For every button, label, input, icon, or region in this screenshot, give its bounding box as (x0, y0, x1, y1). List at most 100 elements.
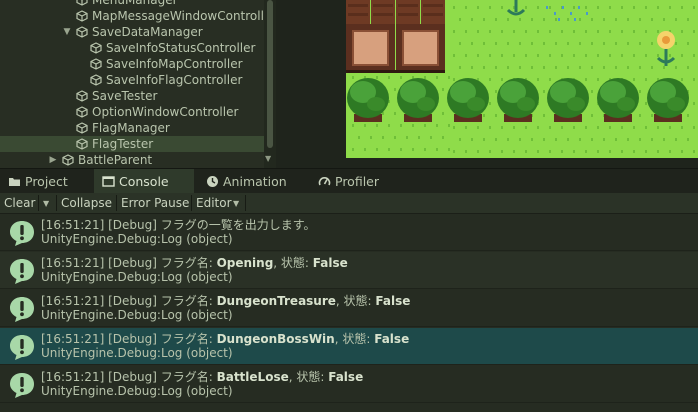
expand-arrow-icon[interactable]: ▼ (62, 24, 72, 40)
hierarchy-item-label: OptionWindowController (92, 105, 239, 119)
tab-animation-label: Animation (223, 174, 287, 189)
clear-button[interactable]: Clear (4, 193, 35, 213)
toolbar-divider (245, 195, 246, 211)
tab-animation[interactable]: Animation (198, 169, 302, 194)
gameobject-cube-icon (62, 154, 74, 166)
log-entry[interactable]: [16:51:21] [Debug] フラグの一覧を出力します。 UnityEng… (0, 214, 698, 251)
log-message-prefix: [16:51:21] [Debug] フラグ名: (41, 332, 217, 346)
toolbar-divider (116, 195, 117, 211)
bottom-tab-bar: Project Console Animation Profiler (0, 168, 698, 194)
info-message-icon (10, 221, 34, 246)
hierarchy-item-label: FlagManager (92, 121, 170, 135)
hierarchy-item-label: MapMessageWindowController (92, 9, 276, 23)
gameobject-cube-icon (76, 0, 88, 6)
hierarchy-item[interactable]: SaveInfoFlagController (0, 72, 264, 88)
log-entry[interactable]: [16:51:21] [Debug] フラグ名: DungeonTreasure… (0, 290, 698, 327)
hierarchy-item-label: FlagTester (92, 137, 154, 151)
editor-dropdown-arrow-icon[interactable]: ▼ (233, 194, 239, 214)
info-message-icon (10, 373, 34, 398)
gameobject-cube-icon (76, 10, 88, 22)
clear-dropdown-arrow-icon[interactable]: ▼ (43, 194, 49, 214)
hierarchy-item-label: BattleParent (78, 153, 153, 167)
game-map-canvas (346, 0, 698, 158)
flag-state-label: , 状態: (273, 256, 313, 270)
gameobject-cube-icon (76, 90, 88, 102)
scrollbar-thumb[interactable] (267, 0, 273, 148)
hierarchy-item[interactable]: SaveTester (0, 88, 264, 104)
flag-name: DungeonBossWin (216, 332, 335, 346)
gameobject-cube-icon (76, 26, 88, 38)
log-message-prefix: [16:51:21] [Debug] フラグ名: (41, 256, 217, 270)
gameobject-cube-icon (90, 74, 102, 86)
info-message-icon (10, 335, 34, 360)
hierarchy-item-label: SaveInfoStatusController (106, 41, 256, 55)
hierarchy-item[interactable]: MapMessageWindowController (0, 8, 276, 24)
log-stack-trace: UnityEngine.Debug:Log (object) (41, 384, 233, 398)
hierarchy-item[interactable]: FlagTester (0, 136, 264, 152)
tab-profiler[interactable]: Profiler (310, 169, 400, 194)
hierarchy-scrollbar[interactable]: ▼ (264, 0, 276, 168)
hierarchy-item-label: SaveInfoFlagController (106, 73, 243, 87)
log-stack-trace: UnityEngine.Debug:Log (object) (41, 232, 233, 246)
info-message-icon (10, 259, 34, 284)
log-stack-trace: UnityEngine.Debug:Log (object) (41, 270, 233, 284)
flag-value: False (328, 370, 364, 384)
hierarchy-item-label: SaveTester (92, 89, 158, 103)
log-message: [16:51:21] [Debug] フラグ名: DungeonBossWin,… (41, 330, 409, 347)
hierarchy-item-label: MenuManager (92, 0, 178, 7)
log-stack-trace: UnityEngine.Debug:Log (object) (41, 308, 233, 322)
log-message-prefix: [16:51:21] [Debug] フラグ名: (41, 294, 217, 308)
hierarchy-item[interactable]: ▶ BattleParent (0, 152, 264, 168)
hierarchy-item-label: SaveInfoMapController (106, 57, 243, 71)
console-log-list[interactable]: [16:51:21] [Debug] フラグの一覧を出力します。 UnityEng… (0, 214, 698, 412)
console-toolbar: Clear ▼ Collapse Error Pause Editor ▼ (0, 193, 698, 214)
gameobject-cube-icon (90, 42, 102, 54)
log-message: [16:51:21] [Debug] フラグの一覧を出力します。 (41, 216, 316, 233)
animation-icon (207, 176, 218, 187)
gameobject-cube-icon (76, 138, 88, 150)
log-message-prefix: [16:51:21] [Debug] フラグ名: (41, 370, 217, 384)
log-entry[interactable]: [16:51:21] [Debug] フラグ名: BattleLose, 状態:… (0, 366, 698, 403)
scroll-down-arrow-icon[interactable]: ▼ (265, 154, 271, 163)
tab-console-label: Console (119, 174, 169, 189)
log-entry[interactable]: [16:51:21] [Debug] フラグ名: DungeonBossWin,… (0, 328, 698, 365)
hierarchy-item[interactable]: ▼ SaveDataManager (0, 24, 264, 40)
log-stack-trace: UnityEngine.Debug:Log (object) (41, 346, 233, 360)
log-entry[interactable]: [16:51:21] [Debug] フラグ名: Opening, 状態: Fa… (0, 252, 698, 289)
gameobject-cube-icon (90, 58, 102, 70)
error-pause-toggle[interactable]: Error Pause (121, 193, 189, 213)
hierarchy-item[interactable]: FlagManager (0, 120, 264, 136)
folder-icon (9, 178, 20, 186)
hierarchy-item[interactable]: OptionWindowController (0, 104, 264, 120)
flag-state-label: , 状態: (334, 332, 375, 346)
info-message-icon (10, 297, 34, 322)
toolbar-divider (38, 195, 39, 211)
collapse-toggle[interactable]: Collapse (61, 193, 112, 213)
log-message: [16:51:21] [Debug] フラグ名: BattleLose, 状態:… (41, 368, 363, 385)
hierarchy-item[interactable]: SaveInfoMapController (0, 56, 264, 72)
flag-name: DungeonTreasure (216, 294, 336, 308)
collapse-arrow-icon[interactable]: ▶ (48, 152, 58, 168)
flag-value: False (312, 256, 348, 270)
hierarchy-item-label: SaveDataManager (92, 25, 203, 39)
tab-project[interactable]: Project (0, 169, 92, 194)
gameobject-cube-icon (76, 122, 88, 134)
toolbar-divider (191, 195, 192, 211)
flag-state-label: , 状態: (335, 294, 376, 308)
hierarchy-panel: MenuManager MapMessageWindowController ▼ Sa… (0, 0, 276, 168)
log-message: [16:51:21] [Debug] フラグ名: Opening, 状態: Fa… (41, 254, 348, 271)
console-icon (102, 176, 115, 187)
editor-dropdown[interactable]: Editor (196, 193, 232, 213)
game-view[interactable] (276, 0, 698, 168)
tab-profiler-label: Profiler (335, 174, 380, 189)
log-message: [16:51:21] [Debug] フラグ名: DungeonTreasure… (41, 292, 410, 309)
flag-value: False (375, 294, 411, 308)
tab-console[interactable]: Console (94, 169, 194, 194)
flag-name: Opening (216, 256, 274, 270)
gameobject-cube-icon (76, 106, 88, 118)
hierarchy-item[interactable]: SaveInfoStatusController (0, 40, 264, 56)
toolbar-divider (56, 195, 57, 211)
hierarchy-item[interactable]: MenuManager (0, 0, 264, 8)
profiler-icon (318, 177, 331, 186)
tab-project-label: Project (25, 174, 68, 189)
